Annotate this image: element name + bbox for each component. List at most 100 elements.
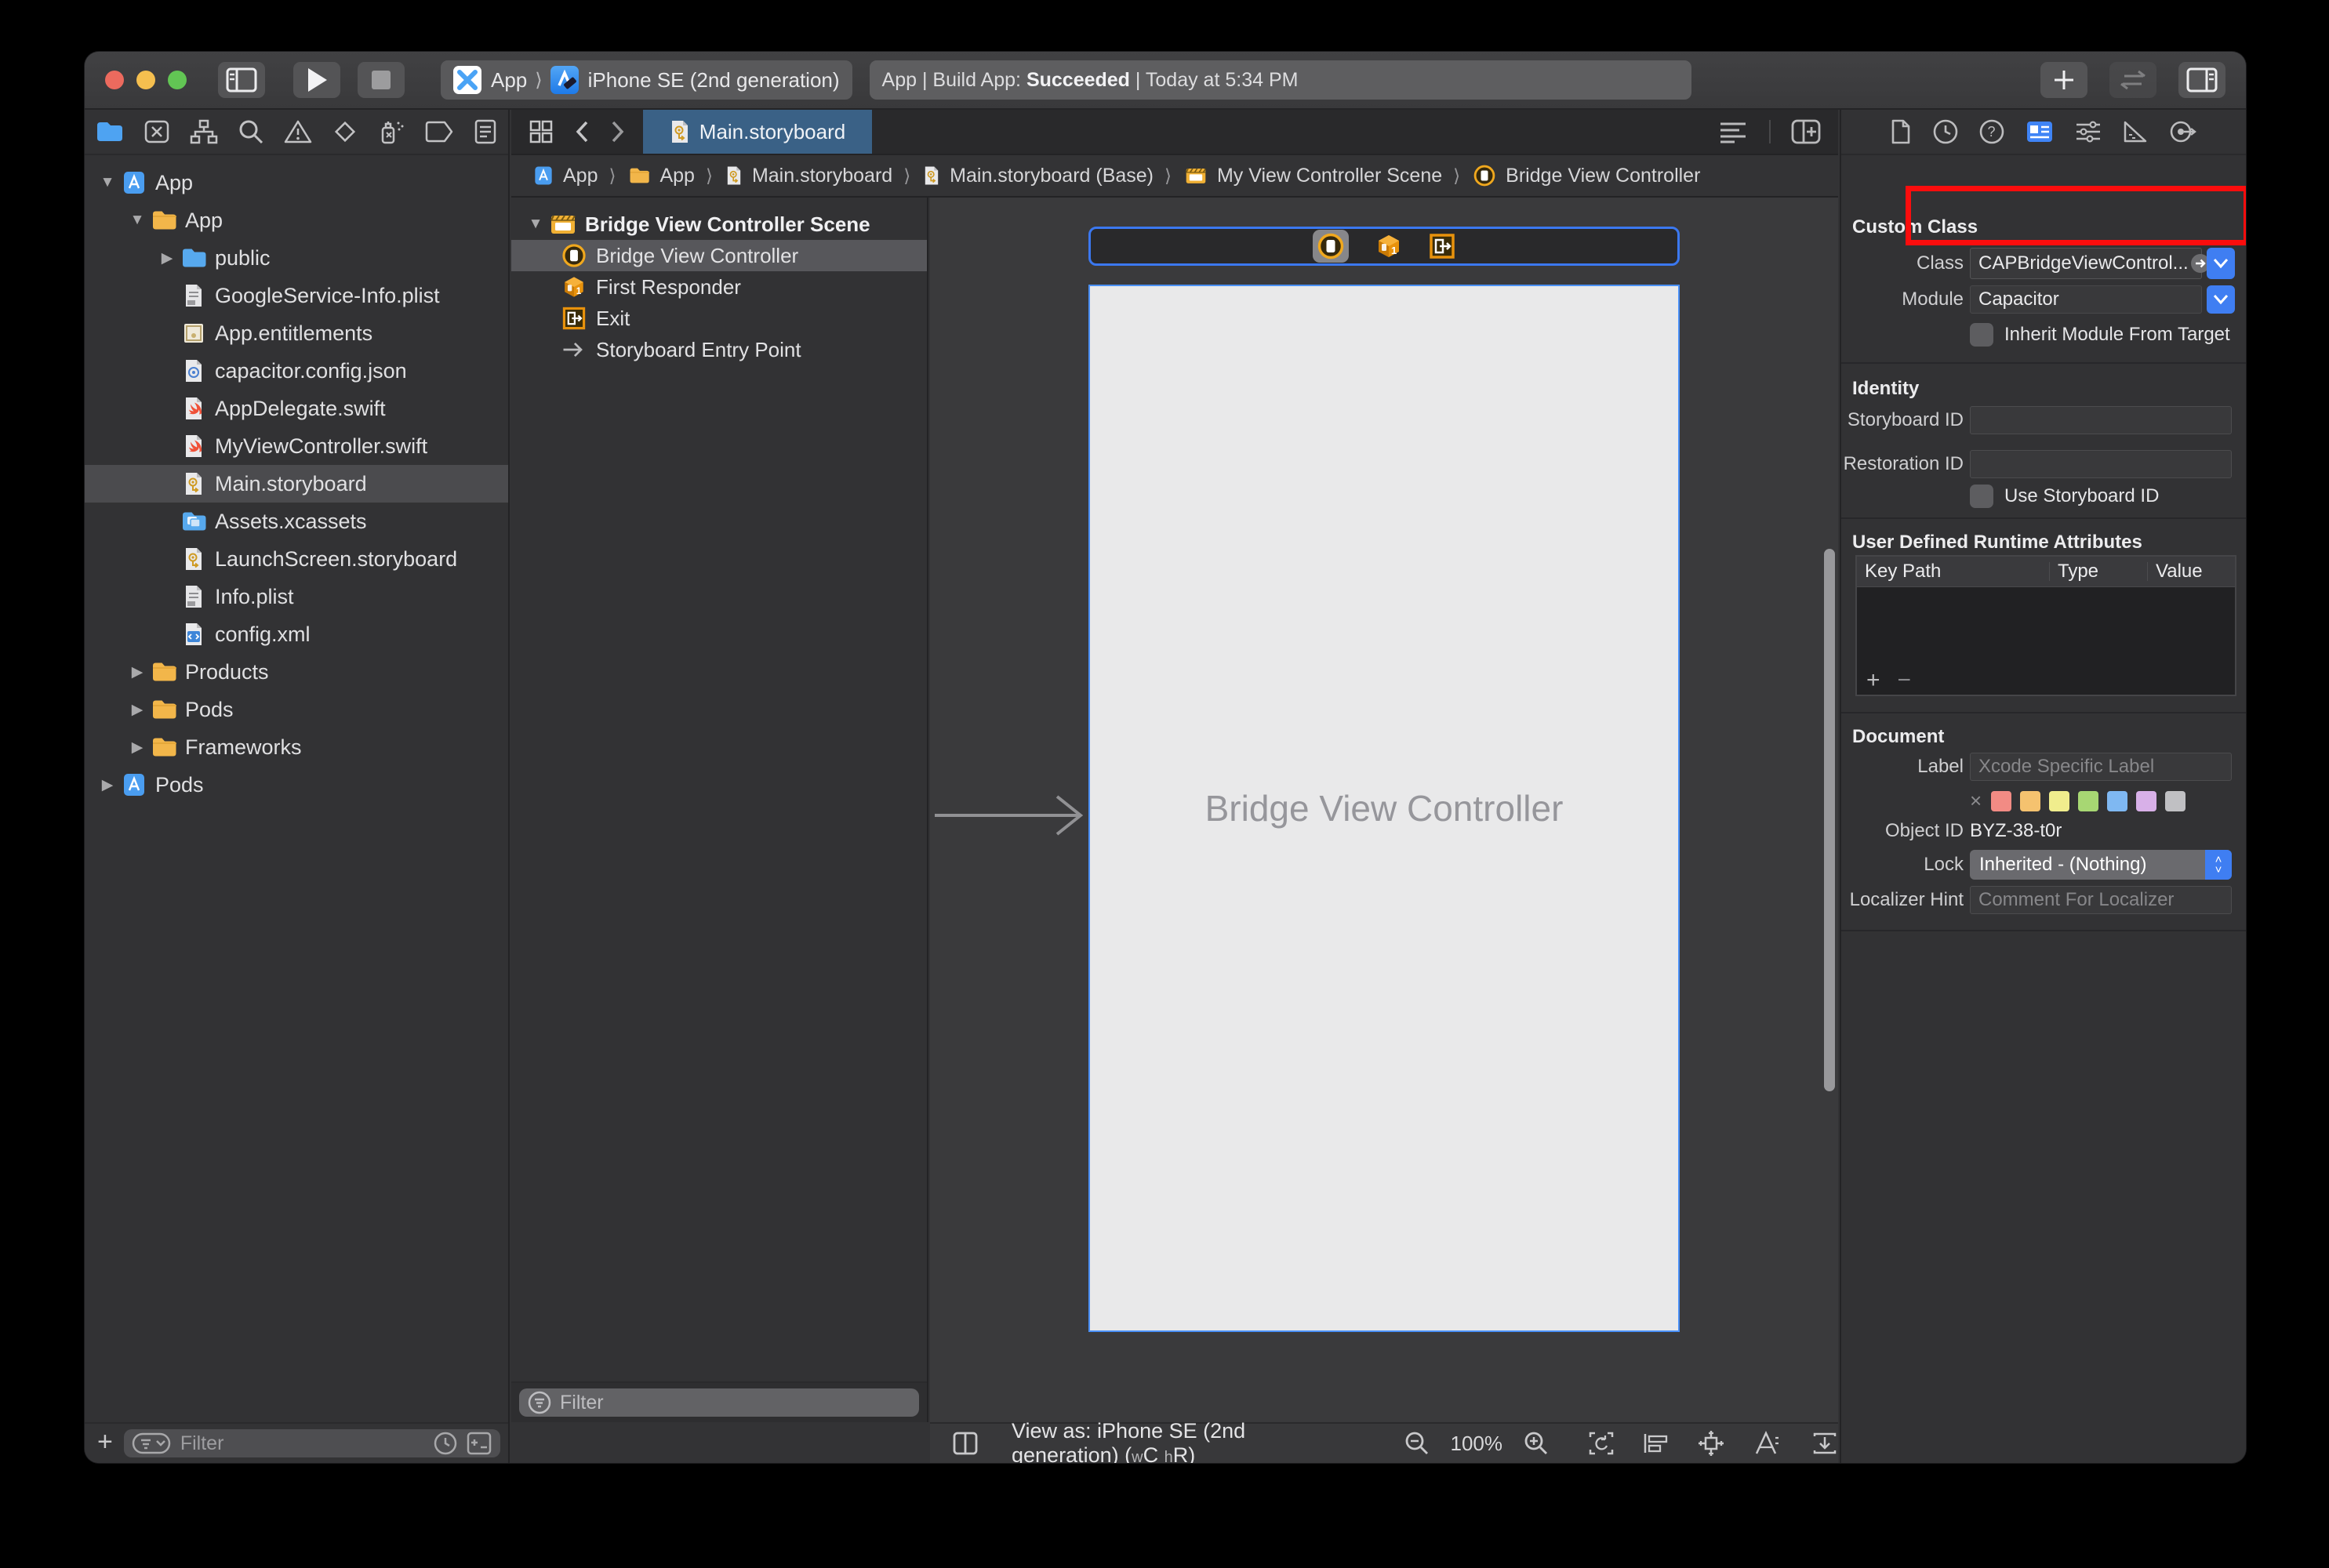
attributes-inspector-icon[interactable]: [2074, 119, 2102, 144]
outline-item-exit[interactable]: Exit: [511, 303, 927, 334]
breadcrumb-item-main-storyboard[interactable]: Main.storyboard: [724, 163, 892, 188]
quick-help-inspector-icon[interactable]: ?: [1978, 118, 2005, 145]
file-tree-item-assets-xcassets[interactable]: Assets.xcassets: [85, 503, 508, 540]
remove-attribute-button[interactable]: −: [1898, 667, 1912, 694]
file-tree-item-app[interactable]: ▼App: [85, 201, 508, 239]
add-file-button[interactable]: +: [97, 1427, 113, 1457]
scheme-selector[interactable]: App ⟩ iPhone SE (2nd generation): [441, 60, 852, 100]
file-tree-item-googleservice-info-plist[interactable]: GoogleService-Info.plist: [85, 277, 508, 314]
view-as-button[interactable]: View as: iPhone SE (2nd generation) (wC …: [1012, 1419, 1353, 1463]
add-attribute-button[interactable]: +: [1866, 667, 1880, 694]
close-window-button[interactable]: [105, 71, 124, 89]
zoom-window-button[interactable]: [168, 71, 187, 89]
label-color-swatch[interactable]: [1991, 791, 2011, 811]
storyboard-canvas[interactable]: 1 Bridge View Controller: [930, 198, 1838, 1422]
test-navigator-icon[interactable]: [332, 118, 358, 145]
forward-chevron-icon[interactable]: [610, 119, 626, 144]
file-tree-item-products[interactable]: ▶Products: [85, 653, 508, 691]
disclosure-closed-icon[interactable]: ▶: [124, 701, 151, 719]
outline-item-first-responder[interactable]: 1First Responder: [511, 271, 927, 303]
disclosure-open-icon[interactable]: ▼: [124, 212, 151, 229]
navigator-filter-field[interactable]: Filter: [124, 1429, 500, 1457]
size-inspector-icon[interactable]: [2122, 119, 2149, 144]
label-color-swatch[interactable]: [2165, 791, 2185, 811]
find-navigator-icon[interactable]: [238, 118, 264, 145]
module-dropdown-button[interactable]: [2207, 285, 2235, 314]
breadcrumb-item-bridge-view-controller[interactable]: Bridge View Controller: [1471, 162, 1700, 189]
embed-icon[interactable]: [1811, 1430, 1838, 1457]
disclosure-closed-icon[interactable]: ▶: [154, 249, 180, 267]
identity-inspector-icon[interactable]: [2026, 120, 2054, 143]
disclosure-closed-icon[interactable]: ▶: [124, 739, 151, 757]
label-color-swatch[interactable]: [2020, 791, 2040, 811]
class-field[interactable]: CAPBridgeViewControl...: [1970, 248, 2202, 279]
source-control-navigator-icon[interactable]: [144, 119, 170, 144]
file-tree-item-app-entitlements[interactable]: App.entitlements: [85, 314, 508, 352]
add-constraints-icon[interactable]: [1697, 1429, 1725, 1457]
code-review-button[interactable]: [2109, 62, 2156, 98]
navigator-toggle-button[interactable]: [218, 62, 265, 98]
debug-navigator-icon[interactable]: [378, 118, 405, 145]
minimize-window-button[interactable]: [136, 71, 155, 89]
breakpoint-navigator-icon[interactable]: [424, 120, 454, 143]
runtime-attributes-table[interactable]: Key Path Type Value + −: [1855, 555, 2236, 696]
inherit-module-checkbox[interactable]: [1970, 323, 1993, 347]
outline-scene-row[interactable]: ▼Bridge View Controller Scene: [511, 209, 927, 240]
run-button[interactable]: [293, 62, 340, 98]
document-label-field[interactable]: Xcode Specific Label: [1970, 753, 2232, 781]
outline-toggle-icon[interactable]: [952, 1431, 979, 1456]
recent-files-filter-icon[interactable]: [433, 1431, 458, 1456]
restoration-id-field[interactable]: [1970, 450, 2232, 478]
breadcrumb-item-my-view-controller-scene[interactable]: My View Controller Scene: [1183, 164, 1442, 187]
dock-view-controller-icon[interactable]: [1313, 230, 1349, 263]
library-button[interactable]: [2040, 62, 2087, 98]
label-color-swatch[interactable]: [2049, 791, 2069, 811]
file-tree-item-main-storyboard[interactable]: Main.storyboard: [85, 465, 508, 503]
file-tree-item-pods[interactable]: ▶Pods: [85, 691, 508, 728]
file-tree-item-public[interactable]: ▶public: [85, 239, 508, 277]
dock-exit-icon[interactable]: [1429, 233, 1455, 260]
outline-filter-field[interactable]: Filter: [519, 1388, 919, 1417]
file-tree-item-frameworks[interactable]: ▶Frameworks: [85, 728, 508, 766]
localizer-hint-field[interactable]: Comment For Localizer: [1970, 886, 2232, 914]
file-tree-item-pods[interactable]: ▶Pods: [85, 766, 508, 804]
zoom-out-icon[interactable]: [1404, 1430, 1430, 1457]
zoom-in-icon[interactable]: [1523, 1430, 1550, 1457]
update-frames-icon[interactable]: [1587, 1430, 1615, 1457]
stop-button[interactable]: [358, 62, 405, 98]
resolve-auto-layout-icon[interactable]: [1752, 1430, 1780, 1457]
use-storyboard-id-checkbox[interactable]: [1970, 485, 1993, 508]
issue-navigator-icon[interactable]: [284, 119, 312, 144]
lock-popup[interactable]: Inherited - (Nothing) ˄˅: [1970, 850, 2232, 880]
disclosure-open-icon[interactable]: ▼: [94, 174, 121, 191]
project-navigator-icon[interactable]: [96, 120, 124, 143]
file-tree-item-myviewcontroller-swift[interactable]: MyViewController.swift: [85, 427, 508, 465]
tab-main-storyboard[interactable]: Main.storyboard: [643, 110, 872, 154]
label-color-swatch[interactable]: [2136, 791, 2156, 811]
file-tree-item-app[interactable]: ▼App: [85, 164, 508, 201]
file-tree-item-info-plist[interactable]: Info.plist: [85, 578, 508, 615]
breadcrumb-item-main-storyboard-base-[interactable]: Main.storyboard (Base): [921, 163, 1154, 188]
storyboard-id-field[interactable]: [1970, 406, 2232, 434]
jump-bar[interactable]: App⟩App⟩Main.storyboard⟩Main.storyboard …: [511, 155, 1838, 198]
disclosure-open-icon[interactable]: ▼: [522, 216, 549, 233]
breadcrumb-item-app[interactable]: App: [627, 165, 694, 187]
file-tree-item-config-xml[interactable]: config.xml: [85, 615, 508, 653]
file-tree-item-capacitor-config-json[interactable]: capacitor.config.json: [85, 352, 508, 390]
class-dropdown-button[interactable]: [2207, 248, 2235, 279]
back-chevron-icon[interactable]: [574, 119, 590, 144]
outline-item-bridge-view-controller[interactable]: Bridge View Controller: [511, 240, 927, 271]
symbol-navigator-icon[interactable]: [190, 119, 218, 144]
report-navigator-icon[interactable]: [474, 118, 497, 145]
file-tree-item-appdelegate-swift[interactable]: AppDelegate.swift: [85, 390, 508, 427]
editor-options-icon[interactable]: [1717, 119, 1749, 144]
disclosure-closed-icon[interactable]: ▶: [94, 776, 121, 794]
module-field[interactable]: Capacitor: [1970, 285, 2202, 314]
file-tree-item-launchscreen-storyboard[interactable]: LaunchScreen.storyboard: [85, 540, 508, 578]
breadcrumb-item-app[interactable]: App: [532, 163, 598, 188]
outline-item-storyboard-entry-point[interactable]: Storyboard Entry Point: [511, 334, 927, 365]
align-icon[interactable]: [1642, 1431, 1670, 1456]
inspector-toggle-button[interactable]: [2178, 62, 2225, 98]
zoom-level[interactable]: 100%: [1451, 1432, 1503, 1456]
file-inspector-icon[interactable]: [1890, 118, 1912, 145]
